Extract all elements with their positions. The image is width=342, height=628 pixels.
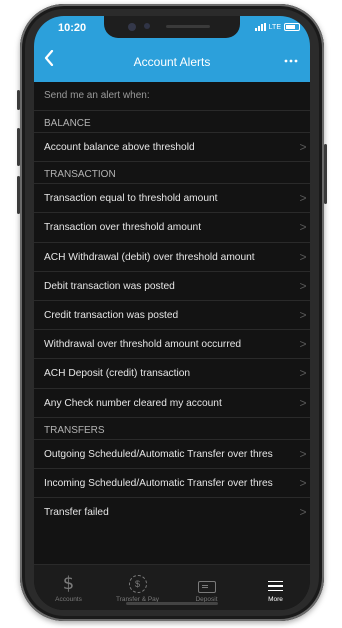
chevron-right-icon: > (296, 498, 310, 527)
alert-row[interactable]: Outgoing Scheduled/Automatic Transfer ov… (34, 438, 310, 468)
alert-row[interactable]: Any Check number cleared my account > (34, 387, 310, 417)
alert-label: Withdrawal over threshold amount occurre… (44, 339, 242, 351)
alert-label: Transfer failed (44, 507, 109, 519)
check-deposit-icon (197, 581, 216, 593)
menu-icon (268, 580, 283, 591)
silent-switch (17, 90, 20, 110)
chevron-right-icon: > (296, 388, 310, 417)
alert-row[interactable]: Transaction equal to threshold amount > (34, 183, 310, 213)
chevron-right-icon: > (296, 330, 310, 359)
chevron-right-icon: > (296, 133, 310, 162)
alert-row[interactable]: ACH Withdrawal (debit) over threshold am… (34, 241, 310, 271)
alert-label: Credit transaction was posted (44, 309, 179, 321)
section-header-transaction: TRANSACTION (34, 161, 310, 183)
alert-row[interactable]: Transaction over threshold amount > (34, 212, 310, 242)
more-options-button[interactable] (284, 51, 298, 66)
alert-row[interactable]: Credit transaction was posted > (34, 299, 310, 330)
chevron-right-icon: > (296, 242, 310, 271)
signal-icon (254, 23, 266, 31)
speaker-grille (166, 25, 210, 28)
alert-label: Any Check number cleared my account (44, 397, 222, 409)
page-title: Account Alerts (133, 55, 211, 69)
alert-row[interactable]: Debit transaction was posted > (34, 270, 310, 300)
alert-row[interactable]: Account balance above threshold > (34, 132, 310, 162)
intro-text: Send me an alert when: (44, 90, 150, 101)
coin-icon: $ (128, 575, 147, 593)
screen: 10:20 LTE Account Alerts Send me an aler… (34, 16, 310, 610)
alerts-list: Send me an alert when: BALANCE Account b… (34, 82, 310, 527)
alert-row[interactable]: Withdrawal over threshold amount occurre… (34, 329, 310, 359)
alert-label: Outgoing Scheduled/Automatic Transfer ov… (44, 448, 273, 460)
alert-label: ACH Withdrawal (debit) over threshold am… (44, 251, 255, 263)
tab-label: More (268, 596, 283, 603)
volume-up-button (17, 128, 20, 166)
nav-header: 10:20 LTE Account Alerts (34, 16, 310, 82)
alert-label: Account balance above threshold (44, 142, 195, 153)
ellipsis-icon (284, 59, 298, 63)
alert-label: ACH Deposit (credit) transaction (44, 368, 191, 380)
camera-icon (128, 23, 136, 31)
alert-row[interactable]: ACH Deposit (credit) transaction > (34, 358, 310, 388)
section-header-transfers: TRANSFERS (34, 416, 310, 439)
alert-label: Incoming Scheduled/Automatic Transfer ov… (44, 477, 273, 489)
alert-row[interactable]: Transfer failed > (34, 497, 310, 527)
battery-icon (284, 23, 300, 31)
chevron-right-icon: > (296, 300, 310, 330)
chevron-right-icon: > (296, 213, 310, 242)
alert-label: Transaction over threshold amount (44, 222, 202, 234)
tab-more[interactable]: More (241, 565, 310, 610)
home-indicator[interactable] (126, 602, 218, 605)
sensor-icon (144, 23, 150, 29)
chevron-right-icon: > (296, 359, 310, 388)
tab-accounts[interactable]: $ Accounts (34, 565, 103, 610)
tab-label: Accounts (55, 596, 82, 603)
dollar-icon: $ (62, 573, 75, 594)
notch (104, 16, 240, 38)
chevron-right-icon: > (296, 271, 310, 300)
alert-row[interactable]: Incoming Scheduled/Automatic Transfer ov… (34, 467, 310, 498)
power-button (324, 144, 327, 204)
section-header-balance: BALANCE (34, 110, 310, 132)
chevron-right-icon: > (296, 439, 310, 468)
alert-label: Transaction equal to threshold amount (44, 193, 218, 205)
status-indicators: LTE (254, 23, 300, 31)
status-time: 10:20 (58, 22, 87, 34)
volume-down-button (17, 176, 20, 214)
alert-label: Debit transaction was posted (44, 280, 175, 292)
chevron-right-icon: > (296, 184, 310, 213)
network-type: LTE (268, 23, 281, 31)
chevron-right-icon: > (296, 468, 310, 498)
